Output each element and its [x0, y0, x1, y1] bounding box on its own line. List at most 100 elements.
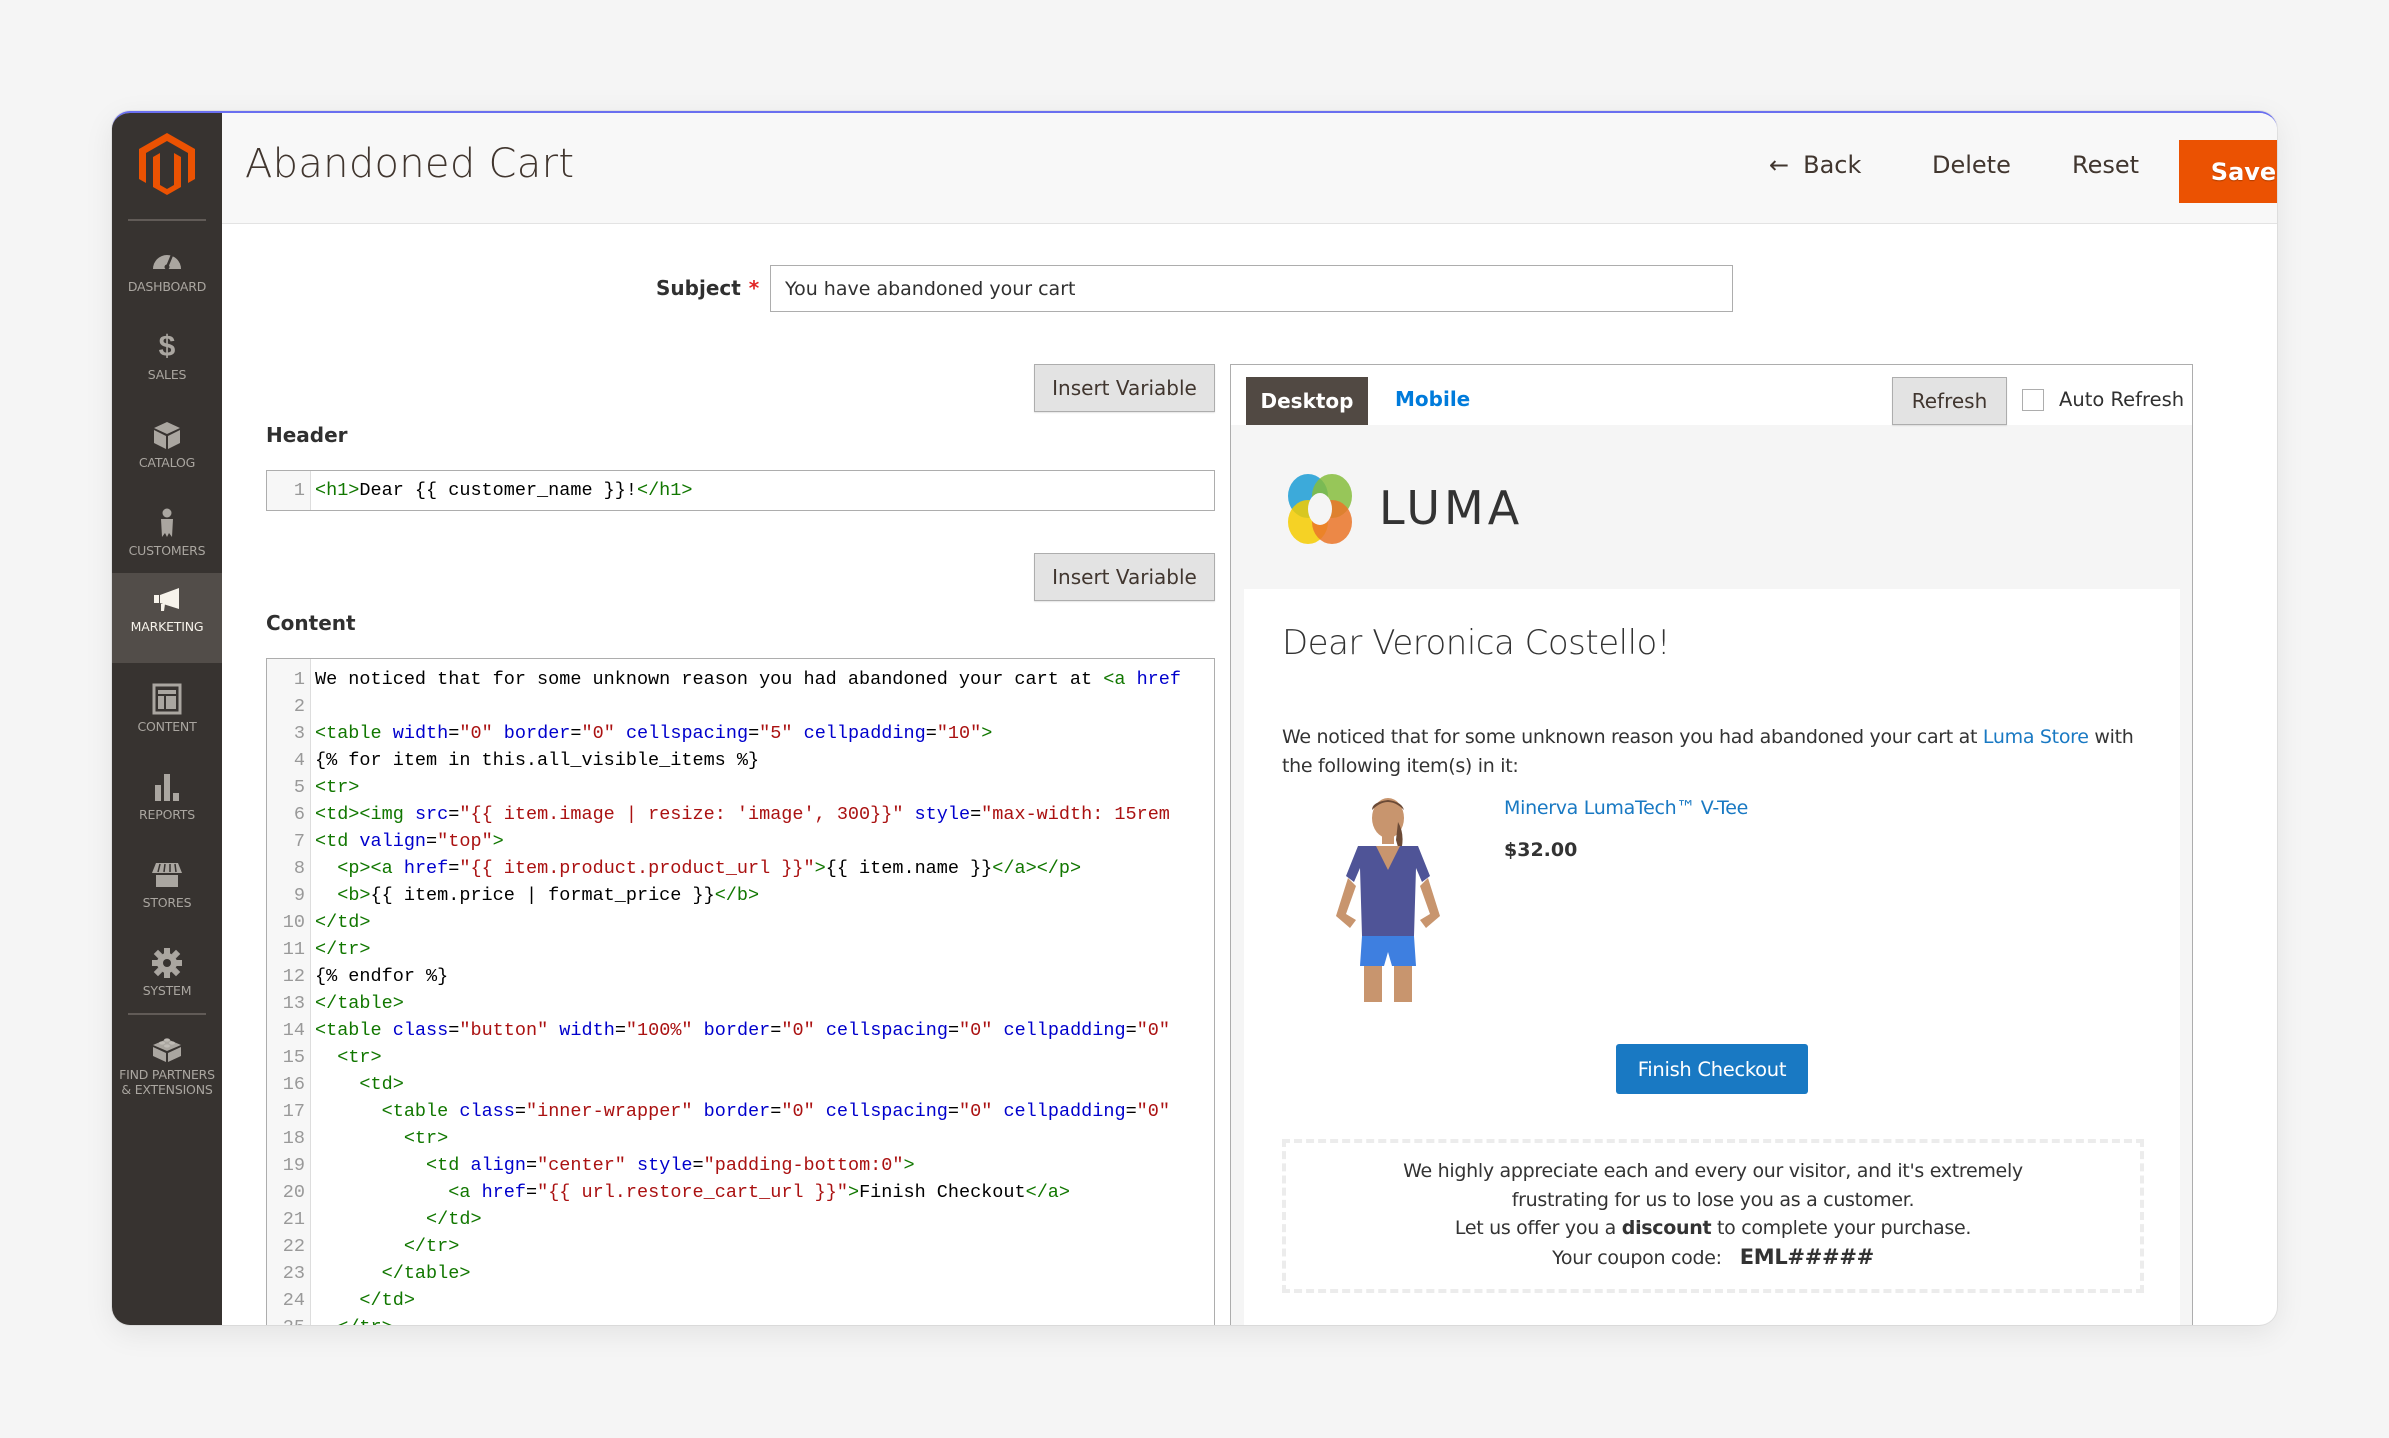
code-line[interactable]: 5 <tr>	[267, 774, 1214, 801]
code-text: <td>	[359, 1074, 404, 1095]
code-line[interactable]: 11 </tr>	[267, 936, 1214, 963]
code-line[interactable]: 18 <tr>	[267, 1125, 1214, 1152]
coupon-code: EML#####	[1739, 1244, 1875, 1269]
refresh-button[interactable]: Refresh	[1892, 377, 2007, 425]
sidebar-item-reports[interactable]: REPORTS	[112, 761, 222, 849]
tab-mobile[interactable]: Mobile	[1395, 387, 1470, 411]
sidebar-item-find-partners[interactable]: FIND PARTNERS & EXTENSIONS	[112, 1021, 222, 1121]
code-line[interactable]: 15 <tr>	[267, 1044, 1214, 1071]
offer-bold: discount	[1621, 1217, 1712, 1239]
save-button[interactable]: Save	[2179, 140, 2277, 203]
code-text: </td>	[426, 1209, 482, 1230]
auto-refresh-checkbox[interactable]	[2022, 388, 2044, 411]
code-line[interactable]: 1 <h1>Dear {{ customer_name }}!</h1>	[267, 477, 1214, 504]
product-price: $32.00	[1504, 839, 1578, 861]
code-line[interactable]: 19 <td align="center" style="padding-bot…	[267, 1152, 1214, 1179]
email-body: Dear Veronica Costello! We noticed that …	[1244, 589, 2180, 1325]
code-line[interactable]: 4 {% for item in this.all_visible_items %…	[267, 747, 1214, 774]
line-number: 19	[282, 1155, 305, 1176]
code-text: <tr>	[403, 1128, 449, 1149]
code-text: <td valign="top">	[315, 831, 504, 852]
code-text: </tr>	[315, 939, 371, 960]
auto-refresh-label: Auto Refresh	[2059, 388, 2185, 411]
code-text: <h1>Dear {{ customer_name }}!</h1>	[315, 480, 693, 501]
subject-input[interactable]	[770, 265, 1733, 312]
line-number: 17	[282, 1101, 305, 1122]
code-line[interactable]: 12 {% endfor %}	[267, 963, 1214, 990]
code-text: {% for item in this.all_visible_items %}	[315, 750, 760, 771]
reset-button[interactable]: Reset	[2072, 151, 2139, 179]
code-line[interactable]: 21 </td>	[267, 1206, 1214, 1233]
sidebar-divider	[128, 219, 206, 221]
content-code-editor[interactable]: 1 We noticed that for some unknown reason…	[266, 658, 1215, 1325]
code-line[interactable]: 8 <p><a href="{{ item.product.product_ur…	[267, 855, 1214, 882]
finish-checkout-button[interactable]: Finish Checkout	[1616, 1044, 1808, 1094]
line-number: 12	[282, 966, 305, 987]
code-text: <td><img src="{{ item.image | resize: 'i…	[315, 804, 1170, 825]
insert-variable-button-header[interactable]: Insert Variable	[1034, 364, 1215, 412]
coupon-line: Your coupon code: EML#####	[1286, 1243, 2140, 1273]
store-link[interactable]: Luma Store	[1983, 726, 2089, 748]
sidebar-item-label: REPORTS	[139, 807, 195, 822]
code-text: </td>	[359, 1290, 415, 1311]
sidebar-item-marketing[interactable]: MARKETING	[112, 573, 222, 663]
dashboard-icon	[153, 254, 181, 270]
code-text: </tr>	[315, 1314, 393, 1325]
line-number: 8	[293, 858, 305, 879]
code-text: </td>	[315, 912, 371, 933]
line-number: 3	[293, 723, 305, 744]
code-text: <table class="button" width="100%" borde…	[315, 1020, 1171, 1041]
sidebar-item-label: SALES	[147, 367, 187, 382]
code-text: </table>	[381, 1263, 471, 1284]
luma-brand-name: LUMA	[1379, 481, 1524, 535]
offer-text: Let us offer you a	[1454, 1217, 1622, 1239]
sidebar-item-label: CONTENT	[137, 719, 197, 734]
code-line[interactable]: 3 <table width="0" border="0" cellspacing…	[267, 720, 1214, 747]
tab-desktop[interactable]: Desktop	[1246, 377, 1368, 425]
auto-refresh-toggle[interactable]: Auto Refresh	[2022, 388, 2184, 411]
code-line[interactable]: 6 <td><img src="{{ item.image | resize: '…	[267, 801, 1214, 828]
code-line[interactable]: 23 </table>	[267, 1260, 1214, 1287]
code-line[interactable]: 10 </td>	[267, 909, 1214, 936]
product-image[interactable]	[1310, 796, 1466, 1006]
code-text: </table>	[315, 993, 404, 1014]
product-name-link[interactable]: Minerva LumaTech™ V-Tee	[1504, 797, 1748, 819]
code-line[interactable]: 16 <td>	[267, 1071, 1214, 1098]
code-line[interactable]: 2	[267, 693, 1214, 720]
code-line[interactable]: 1 We noticed that for some unknown reason…	[267, 666, 1214, 693]
box-icon	[154, 422, 180, 449]
line-number: 24	[282, 1290, 305, 1311]
sidebar-item-label-line2: & EXTENSIONS	[121, 1082, 213, 1097]
sidebar-item-sales[interactable]: $ SALES	[112, 321, 222, 409]
code-line[interactable]: 25 </tr>	[267, 1314, 1214, 1325]
header-code-editor[interactable]: 1 <h1>Dear {{ customer_name }}!</h1>	[266, 470, 1215, 511]
admin-window: DASHBOARD $ SALES CATALOG CUSTOMERS MARK…	[112, 111, 2277, 1325]
code-line[interactable]: 7 <td valign="top">	[267, 828, 1214, 855]
magento-logo-icon[interactable]	[139, 133, 195, 195]
code-line[interactable]: 20 <a href="{{ url.restore_cart_url }}">…	[267, 1179, 1214, 1206]
code-line[interactable]: 14 <table class="button" width="100%" bor…	[267, 1017, 1214, 1044]
line-number: 11	[282, 939, 305, 960]
code-line[interactable]: 13 </table>	[267, 990, 1214, 1017]
delete-button[interactable]: Delete	[1932, 151, 2011, 179]
code-line[interactable]: 9 <b>{{ item.price | format_price }}</b>	[267, 882, 1214, 909]
line-number: 16	[282, 1074, 305, 1095]
code-line[interactable]: 24 </td>	[267, 1287, 1214, 1314]
code-line[interactable]: 22 </tr>	[267, 1233, 1214, 1260]
coupon-message: We highly appreciate each and every our …	[1403, 1160, 2023, 1211]
code-text: <p><a href="{{ item.product.product_url …	[337, 858, 1082, 879]
sidebar-item-dashboard[interactable]: DASHBOARD	[112, 233, 222, 321]
code-text: <tr>	[337, 1047, 382, 1068]
sidebar-item-catalog[interactable]: CATALOG	[112, 409, 222, 497]
sidebar-item-content[interactable]: CONTENT	[112, 673, 222, 761]
sidebar-item-customers[interactable]: CUSTOMERS	[112, 497, 222, 585]
required-mark: *	[748, 276, 760, 300]
code-line[interactable]: 17 <table class="inner-wrapper" border="…	[267, 1098, 1214, 1125]
back-button[interactable]: ← Back	[1769, 151, 1861, 179]
line-number: 9	[293, 885, 305, 906]
sidebar-item-stores[interactable]: STORES	[112, 849, 222, 937]
sidebar-item-system[interactable]: SYSTEM	[112, 937, 222, 1025]
sidebar-item-label: STORES	[142, 895, 192, 910]
sidebar-item-label: DASHBOARD	[127, 279, 207, 294]
insert-variable-button-content[interactable]: Insert Variable	[1034, 553, 1215, 601]
